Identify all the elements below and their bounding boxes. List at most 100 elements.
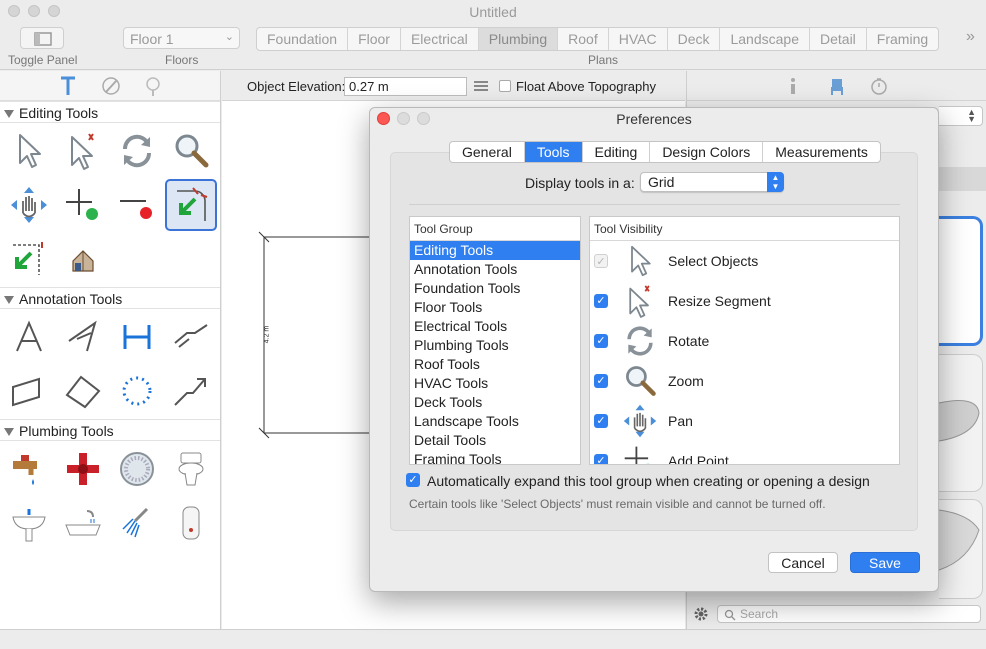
list-item-roof-tools[interactable]: Roof Tools	[410, 355, 580, 374]
plan-tab-hvac[interactable]: HVAC	[609, 28, 668, 50]
list-item-plumbing-tools[interactable]: Plumbing Tools	[410, 336, 580, 355]
add-point-tool[interactable]	[56, 178, 110, 232]
select-objects-tool[interactable]	[2, 124, 56, 178]
plan-tab-landscape[interactable]: Landscape	[720, 28, 810, 50]
angled-text-icon	[68, 320, 97, 352]
section-line-tool[interactable]	[56, 364, 110, 418]
zoom-window-button[interactable]	[48, 5, 60, 17]
cancel-button[interactable]: Cancel	[768, 552, 838, 573]
rotate-tool[interactable]	[110, 124, 164, 178]
dimension-icon	[123, 325, 151, 349]
dotted-circle-tool[interactable]	[110, 364, 164, 418]
toilet-tool[interactable]	[164, 442, 218, 496]
list-item-detail-tools[interactable]: Detail Tools	[410, 431, 580, 450]
bathtub-tool[interactable]	[56, 496, 110, 550]
timer-icon[interactable]	[870, 77, 888, 95]
more-plans-button[interactable]: »	[966, 28, 975, 46]
tab-tools[interactable]: Tools	[524, 142, 583, 162]
list-item-foundation-tools[interactable]: Foundation Tools	[410, 279, 580, 298]
water-heater-tool[interactable]	[164, 496, 218, 550]
list-item-framing-tools[interactable]: Framing Tools	[410, 450, 580, 464]
list-item-landscape-tools[interactable]: Landscape Tools	[410, 412, 580, 431]
plan-tab-floor[interactable]: Floor	[348, 28, 401, 50]
tab-editing[interactable]: Editing	[583, 142, 651, 162]
angled-text-tool[interactable]	[56, 310, 110, 364]
arrow-tool[interactable]	[164, 364, 218, 418]
pan-tool[interactable]	[2, 178, 56, 232]
palette-tab-icon[interactable]	[100, 75, 122, 97]
close-window-button[interactable]	[8, 5, 20, 17]
save-button[interactable]: Save	[850, 552, 920, 573]
list-item-electrical-tools[interactable]: Electrical Tools	[410, 317, 580, 336]
corner-trim-icon	[13, 242, 43, 275]
object-elevation-input[interactable]: 0.27 m	[344, 77, 467, 96]
tools-tab-icon[interactable]	[58, 75, 78, 97]
tool-row-zoom: ✓ Zoom	[590, 361, 899, 401]
library-search-input[interactable]: Search	[717, 605, 981, 623]
drain-tool[interactable]	[110, 442, 164, 496]
rotate-checkbox[interactable]: ✓	[594, 334, 608, 348]
sink-tool[interactable]	[2, 496, 56, 550]
tool-visibility-list[interactable]: Tool Visibility ✓ Select Objects ✓ Resiz…	[589, 216, 900, 465]
plans-label: Plans	[588, 53, 619, 67]
list-item-hvac-tools[interactable]: HVAC Tools	[410, 374, 580, 393]
leader-tool[interactable]	[164, 310, 218, 364]
plan-tab-roof[interactable]: Roof	[558, 28, 609, 50]
plan-tab-framing[interactable]: Framing	[867, 28, 938, 50]
library-item-sink[interactable]	[938, 354, 983, 492]
plant-tab-icon[interactable]	[142, 75, 164, 97]
auto-expand-checkbox[interactable]: ✓	[406, 473, 420, 487]
plan-tab-deck[interactable]: Deck	[668, 28, 721, 50]
list-icon[interactable]	[473, 80, 489, 92]
selected-library-item[interactable]	[939, 216, 983, 346]
remove-point-tool[interactable]	[110, 178, 164, 232]
toggle-panel-button[interactable]	[20, 27, 64, 49]
pan-checkbox[interactable]: ✓	[594, 414, 608, 428]
elevation-marker-tool[interactable]	[2, 364, 56, 418]
dialog-minimize-button[interactable]	[397, 112, 410, 125]
tool-group-list[interactable]: Tool Group Editing Tools Annotation Tool…	[409, 216, 581, 465]
list-item-deck-tools[interactable]: Deck Tools	[410, 393, 580, 412]
search-icon	[724, 609, 736, 621]
plan-tab-detail[interactable]: Detail	[810, 28, 867, 50]
library-item-toilet[interactable]	[938, 499, 983, 599]
list-item-annotation-tools[interactable]: Annotation Tools	[410, 260, 580, 279]
dialog-zoom-button[interactable]	[417, 112, 430, 125]
tab-design-colors[interactable]: Design Colors	[650, 142, 764, 162]
corner-join-tool[interactable]	[165, 179, 217, 231]
shower-tool[interactable]	[110, 496, 164, 550]
minimize-window-button[interactable]	[28, 5, 40, 17]
pan-hand-icon	[623, 404, 657, 438]
tab-measurements[interactable]: Measurements	[763, 142, 880, 162]
section-plumbing-tools[interactable]: Plumbing Tools	[0, 419, 220, 441]
house-tool[interactable]	[56, 232, 110, 286]
tool-row-rotate: ✓ Rotate	[590, 321, 899, 361]
zoom-tool[interactable]	[164, 124, 218, 178]
dialog-close-button[interactable]	[377, 112, 390, 125]
float-above-topography-checkbox[interactable]	[499, 80, 511, 92]
plan-tab-electrical[interactable]: Electrical	[401, 28, 479, 50]
info-icon[interactable]	[787, 77, 799, 95]
section-editing-tools[interactable]: Editing Tools	[0, 101, 220, 123]
display-tools-select[interactable]: Grid ▲ ▼	[640, 172, 784, 192]
list-item-floor-tools[interactable]: Floor Tools	[410, 298, 580, 317]
corner-trim-tool[interactable]	[2, 232, 56, 286]
valve-tool[interactable]	[56, 442, 110, 496]
list-item-editing-tools[interactable]: Editing Tools	[410, 241, 580, 260]
zoom-checkbox[interactable]: ✓	[594, 374, 608, 388]
inspector-select[interactable]: ▲ ▼	[939, 106, 983, 126]
add-point-checkbox[interactable]: ✓	[594, 454, 608, 464]
dimension-tool[interactable]	[110, 310, 164, 364]
tab-general[interactable]: General	[450, 142, 525, 162]
text-tool[interactable]	[2, 310, 56, 364]
resize-segment-tool[interactable]	[56, 124, 110, 178]
annotation-tools-grid	[0, 309, 220, 419]
faucet-tool[interactable]	[2, 442, 56, 496]
gear-icon[interactable]	[693, 606, 709, 622]
section-annotation-tools[interactable]: Annotation Tools	[0, 287, 220, 309]
plan-tab-plumbing[interactable]: Plumbing	[478, 28, 559, 50]
chair-icon[interactable]	[828, 77, 846, 95]
floor-select[interactable]: Floor 1 ⌄	[123, 27, 240, 49]
resize-segment-checkbox[interactable]: ✓	[594, 294, 608, 308]
plan-tab-foundation[interactable]: Foundation	[257, 28, 349, 50]
